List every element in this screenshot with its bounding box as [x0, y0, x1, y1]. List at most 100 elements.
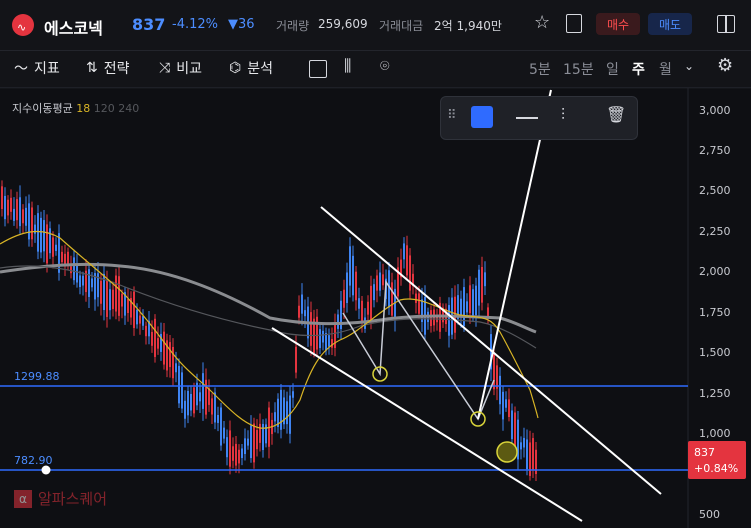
candle-body: [508, 399, 510, 417]
candle-body: [79, 275, 81, 288]
axis-tick-3000: 3,000: [699, 104, 731, 117]
candle-body: [223, 427, 225, 439]
current-price-tag: 837 +0.84%: [688, 441, 746, 479]
candle-body: [220, 407, 222, 446]
candle-body: [316, 316, 318, 350]
candle-body: [361, 300, 363, 323]
candle-body: [106, 279, 108, 317]
channel-upper-line[interactable]: [320, 206, 662, 495]
candle-body: [328, 335, 330, 347]
candle-body: [292, 391, 294, 398]
candle-body: [199, 392, 201, 402]
candle-body: [151, 331, 153, 346]
candle-body: [181, 372, 183, 409]
legend-title: 지수이동평균: [12, 102, 73, 115]
candle-body: [367, 301, 369, 315]
candle-body: [346, 272, 348, 304]
axis-tick-1500: 1,500: [699, 346, 731, 359]
candle-body: [403, 243, 405, 260]
candle-body: [379, 272, 381, 291]
candle-body: [121, 293, 123, 307]
candle-body: [532, 438, 534, 470]
price-chart[interactable]: [0, 0, 751, 528]
candle-body: [112, 289, 114, 309]
candle-body: [286, 401, 288, 425]
trash-icon[interactable]: 🗑: [606, 105, 626, 124]
candle-body: [481, 266, 483, 303]
candle-body: [388, 270, 390, 308]
candle-body: [118, 276, 120, 316]
candle-body: [25, 207, 27, 226]
axis-tick-1250: 1,250: [699, 387, 731, 400]
candle-body: [190, 393, 192, 411]
candle-body: [406, 245, 408, 276]
drag-handle-icon[interactable]: ⠿: [447, 108, 457, 123]
candle-body: [31, 207, 33, 240]
drawing-toolbar: ⠿ ⫶ 🗑: [440, 96, 638, 140]
candle-body: [352, 255, 354, 296]
candle-body: [73, 257, 75, 281]
candle-body: [349, 246, 351, 286]
candle-body: [358, 298, 360, 309]
indicator-legend[interactable]: 지수이동평균 18 120 240: [12, 100, 139, 116]
candle-body: [178, 365, 180, 404]
candle-body: [76, 264, 78, 283]
candle-body: [100, 280, 102, 304]
candle-body: [274, 412, 276, 422]
axis-tick-1750: 1,750: [699, 306, 731, 319]
candle-body: [466, 301, 468, 313]
line-style-icon[interactable]: [516, 117, 538, 119]
marker-circle-3[interactable]: [496, 441, 518, 463]
candle-body: [469, 285, 471, 314]
candle-body: [40, 217, 42, 253]
candle-body: [499, 375, 501, 405]
candle-body: [37, 213, 39, 252]
candle-body: [448, 305, 450, 336]
candle-body: [256, 430, 258, 450]
candle-body: [370, 285, 372, 323]
candle-body: [277, 398, 279, 427]
settings-sliders-icon[interactable]: ⫶: [561, 105, 565, 125]
candle-body: [526, 439, 528, 470]
candle-body: [184, 400, 186, 419]
candle-body: [28, 203, 30, 240]
candle-body: [502, 391, 504, 420]
candle-body: [475, 285, 477, 316]
candle-body: [415, 293, 417, 303]
candle-body: [70, 266, 72, 274]
candle-body: [187, 390, 189, 416]
candle-body: [64, 253, 66, 266]
candle-body: [238, 449, 240, 464]
color-swatch[interactable]: [471, 106, 493, 128]
price-tag-value: 837: [694, 446, 715, 459]
candle-body: [253, 423, 255, 463]
candle-body: [478, 269, 480, 306]
candle-body: [295, 346, 297, 373]
watermark: α 알파스퀘어: [14, 488, 107, 509]
candle-body: [214, 392, 216, 423]
candle-body: [319, 329, 321, 349]
candle-body: [325, 333, 327, 351]
candle-body: [523, 437, 525, 448]
channel-lower-line[interactable]: [271, 327, 583, 522]
candle-body: [136, 309, 138, 325]
candle-body: [19, 197, 21, 227]
candle-body: [163, 331, 165, 365]
axis-tick-2250: 2,250: [699, 225, 731, 238]
candle-body: [244, 438, 246, 454]
candle-body: [208, 388, 210, 405]
candle-body: [226, 437, 228, 458]
candle-body: [496, 365, 498, 389]
candle-body: [337, 314, 339, 329]
candle-body: [430, 310, 432, 327]
candle-body: [472, 289, 474, 316]
candle-body: [355, 271, 357, 301]
candle-body: [235, 443, 237, 466]
candle-body: [391, 282, 393, 316]
candle-body: [334, 324, 336, 348]
candle-body: [529, 442, 531, 476]
candle-body: [193, 387, 195, 414]
candle-body: [175, 363, 177, 373]
candle-body: [409, 255, 411, 291]
axis-tick-2750: 2,750: [699, 144, 731, 157]
